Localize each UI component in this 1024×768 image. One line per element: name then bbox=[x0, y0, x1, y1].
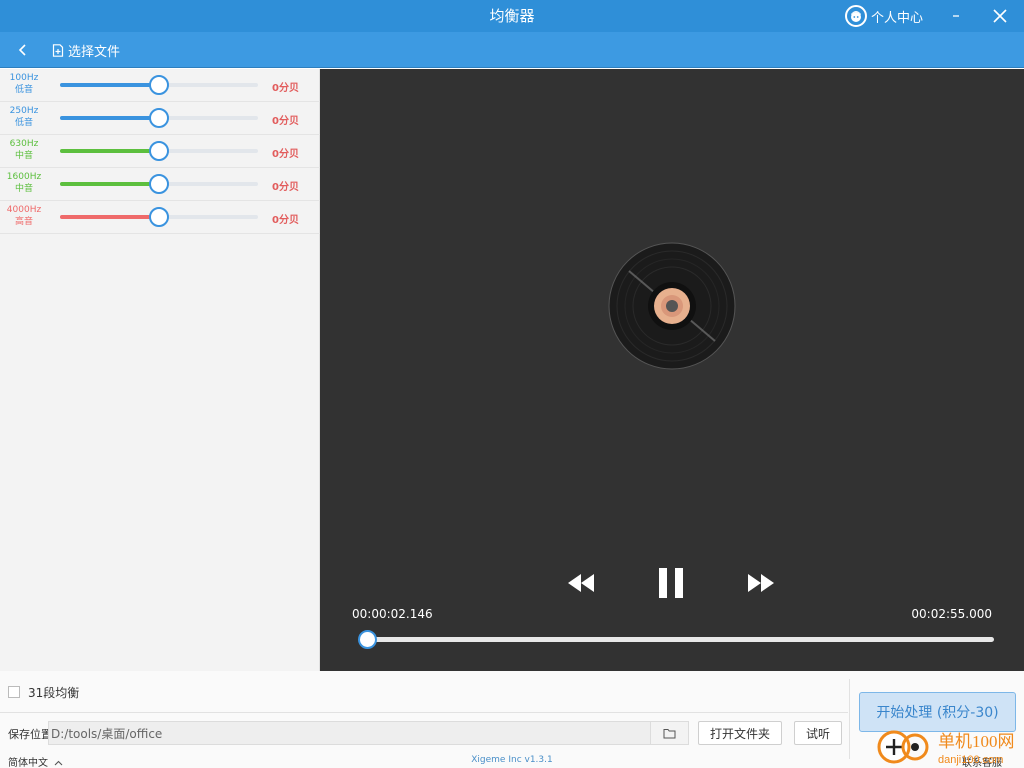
svg-text:danji100.com: danji100.com bbox=[938, 754, 1003, 766]
pause-button[interactable] bbox=[657, 566, 687, 600]
site-watermark-logo: 单机100网 danji100.com bbox=[877, 730, 1015, 766]
band-frequency: 1600Hz 中音 bbox=[6, 172, 42, 194]
progress-thumb[interactable] bbox=[358, 630, 377, 649]
band-gain-value: 0分贝 bbox=[272, 182, 299, 193]
back-button[interactable] bbox=[12, 38, 34, 62]
playback-progress-slider[interactable] bbox=[352, 629, 994, 649]
rewind-button[interactable] bbox=[566, 569, 598, 597]
pause-icon bbox=[659, 568, 683, 598]
folder-icon bbox=[663, 728, 676, 738]
slider-thumb[interactable] bbox=[149, 75, 169, 95]
browse-folder-button[interactable] bbox=[650, 721, 689, 745]
band-frequency: 250Hz 低音 bbox=[9, 106, 39, 128]
preview-button[interactable]: 试听 bbox=[794, 721, 842, 745]
band-row: 4000Hz 高音 0分贝 bbox=[0, 201, 320, 234]
band-gain-value: 0分贝 bbox=[272, 149, 299, 160]
bottom-panel: 31段均衡 保存位置 打开文件夹 试听 开始处理 (积分-30) 简体中文 Xi… bbox=[0, 671, 1024, 768]
slider-thumb[interactable] bbox=[149, 141, 169, 161]
select-file-button[interactable]: 选择文件 bbox=[52, 40, 120, 60]
minimize-button[interactable] bbox=[936, 0, 976, 32]
equalizer-panel: 100Hz 低音 0分贝 250Hz 低音 0分贝 630Hz 中音 0分贝 1600… bbox=[0, 69, 320, 671]
slider-thumb[interactable] bbox=[149, 108, 169, 128]
current-time: 00:00:02.146 bbox=[352, 607, 433, 621]
band-gain-value: 0分贝 bbox=[272, 215, 299, 226]
band-row: 630Hz 中音 0分贝 bbox=[0, 135, 320, 168]
select-file-label: 选择文件 bbox=[68, 44, 121, 60]
open-folder-button[interactable]: 打开文件夹 bbox=[698, 721, 782, 745]
divider bbox=[849, 679, 850, 759]
band-row: 100Hz 低音 0分贝 bbox=[0, 69, 320, 102]
vinyl-disc-icon bbox=[608, 242, 736, 370]
band-gain-slider[interactable] bbox=[60, 141, 260, 161]
user-center-button[interactable]: 个人中心 bbox=[845, 4, 923, 28]
fast-forward-icon bbox=[748, 574, 774, 592]
slider-thumb[interactable] bbox=[149, 207, 169, 227]
band-row: 250Hz 低音 0分贝 bbox=[0, 102, 320, 135]
total-time: 00:02:55.000 bbox=[911, 607, 992, 621]
band-gain-slider[interactable] bbox=[60, 174, 260, 194]
player-area: 00:00:02.146 00:02:55.000 bbox=[320, 69, 1024, 671]
divider bbox=[0, 712, 848, 713]
band-gain-slider[interactable] bbox=[60, 207, 260, 227]
band-gain-slider[interactable] bbox=[60, 108, 260, 128]
eq31-checkbox[interactable] bbox=[8, 686, 20, 698]
user-center-label: 个人中心 bbox=[871, 10, 924, 26]
close-icon bbox=[993, 9, 1007, 23]
save-path-input[interactable] bbox=[48, 721, 651, 745]
minimize-icon bbox=[953, 15, 959, 17]
version-label: Xigeme Inc v1.3.1 bbox=[471, 755, 553, 765]
title-bar: 均衡器 个人中心 bbox=[0, 0, 1024, 32]
slider-thumb[interactable] bbox=[149, 174, 169, 194]
user-avatar-icon bbox=[845, 5, 867, 27]
band-row: 1600Hz 中音 0分贝 bbox=[0, 168, 320, 201]
toolbar: 选择文件 bbox=[0, 32, 1024, 68]
eq31-label: 31段均衡 bbox=[28, 686, 80, 700]
close-button[interactable] bbox=[980, 0, 1020, 32]
band-gain-value: 0分贝 bbox=[272, 116, 299, 127]
add-file-icon bbox=[52, 43, 64, 57]
fast-forward-button[interactable] bbox=[746, 569, 778, 597]
band-frequency: 100Hz 低音 bbox=[9, 73, 39, 95]
chevron-left-icon bbox=[18, 44, 26, 56]
band-gain-slider[interactable] bbox=[60, 75, 260, 95]
svg-text:单机100网: 单机100网 bbox=[938, 732, 1015, 751]
rewind-icon bbox=[568, 574, 594, 592]
save-location-label: 保存位置 bbox=[8, 728, 52, 741]
band-gain-value: 0分贝 bbox=[272, 83, 299, 94]
band-frequency: 630Hz 中音 bbox=[9, 139, 39, 161]
band-frequency: 4000Hz 高音 bbox=[6, 205, 42, 227]
